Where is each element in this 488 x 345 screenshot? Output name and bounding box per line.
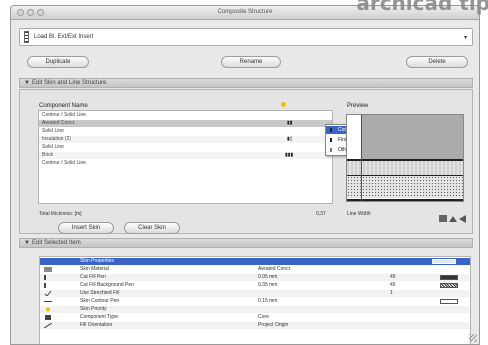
table-row[interactable]: Skin Priority: [40, 306, 470, 313]
table-row[interactable]: Cut Fill Pen 0.05 mm 45: [40, 274, 470, 281]
component-type-icon: [45, 315, 51, 320]
resize-grip-icon[interactable]: [469, 334, 477, 342]
table-row[interactable]: Use Strechted Fill 1: [40, 290, 470, 297]
check-icon: [44, 291, 52, 296]
warning-dot-icon: [281, 102, 286, 107]
section-title: Edit Skin and Line Structure: [32, 80, 107, 86]
section-title: Edit Selected Item: [32, 240, 81, 246]
pen-color-chip[interactable]: [440, 283, 458, 288]
total-thickness-label: Total thickness: [m]: [39, 211, 82, 217]
component-row[interactable]: Insulation (2) ▮▯: [39, 136, 332, 143]
insert-skin-button[interactable]: Insert Skin: [58, 222, 114, 234]
selected-item-section-header[interactable]: ▼ Edit Selected Item: [19, 238, 473, 248]
component-row[interactable]: Solid Line: [39, 144, 332, 151]
composite-name: Load Bl. Ext/Ext Insert: [34, 34, 94, 40]
component-name-header: Component Name: [39, 103, 88, 109]
table-row[interactable]: Skin Material Aerated Concr.: [40, 266, 470, 273]
line-width-label: Line Width: [347, 211, 371, 217]
pen-icon: [44, 283, 46, 288]
component-row[interactable]: Brick ▮▮▮: [39, 152, 332, 159]
table-row[interactable]: Component Type Core: [40, 314, 470, 321]
watermark-text: archicad tip: [356, 0, 488, 15]
contour-pen-icon: [44, 301, 52, 302]
disclosure-triangle-icon[interactable]: ▼: [24, 80, 30, 86]
clear-skin-button[interactable]: Clear Skin: [124, 222, 180, 234]
preview-tool-icons[interactable]: [439, 214, 467, 224]
chevron-down-icon: ▾: [463, 35, 467, 41]
table-row[interactable]: Skin Contour Pen 0.15 mm: [40, 298, 470, 305]
table-row[interactable]: Fill Orientation Project Origin: [40, 322, 470, 329]
pan-zoom-icon[interactable]: [439, 214, 467, 224]
rename-button[interactable]: Rename: [221, 56, 281, 68]
skin-type-marker-icon[interactable]: ▮▮▮: [285, 152, 293, 158]
component-row[interactable]: Contour / Solid Line: [39, 112, 332, 119]
pen-color-chip[interactable]: [440, 299, 458, 304]
component-row[interactable]: Aerated Concr. ▮▮: [39, 120, 332, 127]
duplicate-button[interactable]: Duplicate: [27, 56, 89, 68]
skin-type-marker-icon[interactable]: ▮▯: [287, 136, 295, 142]
preview-label: Preview: [347, 103, 369, 109]
pen-color-chip[interactable]: [440, 275, 458, 280]
table-row[interactable]: Cut Fill Background Pen 0.35 mm 45: [40, 282, 470, 289]
table-row[interactable]: Skin Properties: [40, 258, 470, 265]
skin-structure-section-header[interactable]: ▼ Edit Skin and Line Structure: [19, 78, 473, 88]
composite-select-dropdown[interactable]: Load Bl. Ext/Ext Insert ▾: [19, 28, 473, 46]
component-row[interactable]: Solid Line: [39, 128, 332, 135]
selected-item-properties-table[interactable]: Skin Properties Skin Material Aerated Co…: [39, 256, 471, 344]
structure-preview: [346, 114, 464, 202]
component-list[interactable]: Contour / Solid Line Aerated Concr. ▮▮ S…: [38, 110, 333, 204]
pen-icon: [44, 275, 46, 280]
disclosure-triangle-icon[interactable]: ▼: [24, 240, 30, 246]
delete-button[interactable]: Delete: [406, 56, 468, 68]
priority-icon: [46, 307, 50, 312]
material-icon: [44, 267, 52, 272]
total-thickness-value: 0,37: [316, 211, 326, 217]
skin-type-marker-icon[interactable]: ▮▮: [287, 120, 295, 126]
composite-structure-window: Composite Structure Load Bl. Ext/Ext Ins…: [10, 5, 480, 345]
composite-swatch-icon: [24, 31, 29, 43]
fill-orientation-icon: [44, 323, 52, 328]
component-row[interactable]: Contour / Solid Line: [39, 160, 332, 167]
